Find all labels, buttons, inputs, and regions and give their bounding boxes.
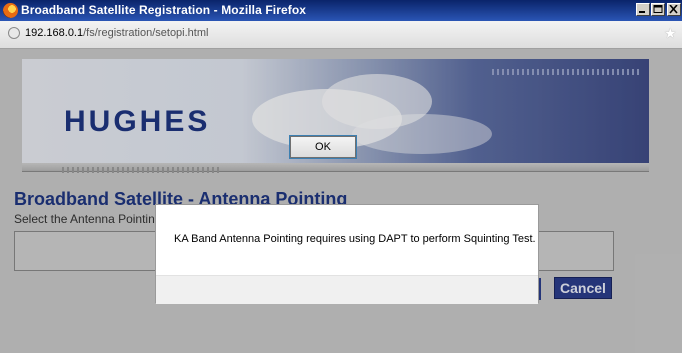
bookmark-star-icon[interactable]: ★	[664, 25, 677, 42]
url-path: /fs/registration/setopi.html	[83, 27, 209, 39]
maximize-button[interactable]	[651, 3, 665, 16]
site-identity-icon[interactable]	[8, 27, 20, 39]
alert-message: KA Band Antenna Pointing requires using …	[174, 233, 536, 245]
close-button[interactable]	[667, 3, 681, 16]
minimize-button[interactable]	[636, 3, 650, 16]
address-bar[interactable]: 192.168.0.1/fs/registration/setopi.html …	[0, 21, 682, 49]
ok-button[interactable]: OK	[289, 135, 357, 159]
maximize-icon	[653, 5, 663, 13]
page-content: HUGHES Broadband Satellite - Antenna Poi…	[0, 49, 682, 353]
url-host: 192.168.0.1	[25, 27, 84, 39]
window-titlebar: Broadband Satellite Registration - Mozil…	[0, 0, 682, 21]
alert-footer	[156, 275, 538, 304]
minimize-icon	[639, 11, 645, 13]
close-icon	[669, 5, 678, 14]
alert-dialog: KA Band Antenna Pointing requires using …	[155, 204, 539, 304]
firefox-icon	[3, 3, 18, 18]
url-text[interactable]: 192.168.0.1/fs/registration/setopi.html	[25, 27, 208, 39]
window-title: Broadband Satellite Registration - Mozil…	[21, 3, 307, 17]
modal-overlay	[0, 49, 682, 353]
